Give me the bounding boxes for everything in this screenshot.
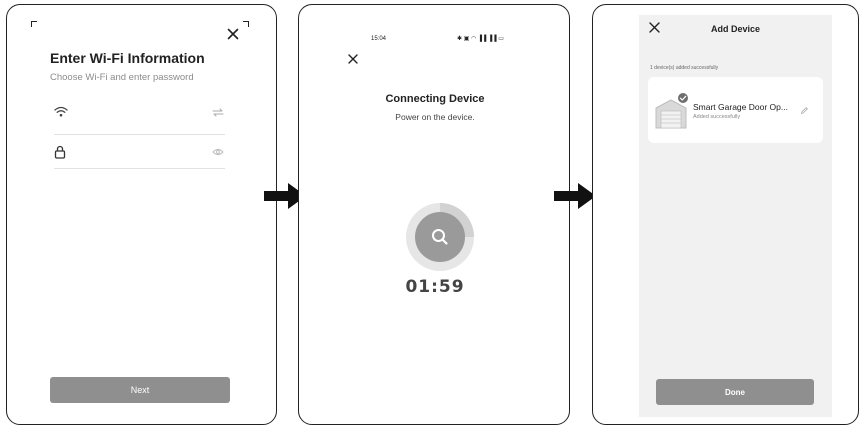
success-note: 1 device(s) added successfully: [650, 65, 719, 71]
right-arrow-icon: [554, 183, 596, 209]
done-button[interactable]: Done: [656, 379, 814, 405]
corner-mark: [243, 21, 249, 27]
lock-icon: [54, 145, 66, 159]
page-title: Add Device: [710, 24, 761, 34]
page-title: Enter Wi-Fi Information: [50, 50, 205, 66]
connecting-device-screen: 15:04 ✱ ▣ ◠ ▐▐ ▐▐ ▭ Connecting Device Po…: [298, 4, 570, 425]
status-icons: ✱ ▣ ◠ ▐▐ ▐▐ ▭: [457, 36, 504, 42]
eye-icon[interactable]: [212, 148, 224, 156]
check-badge-icon: [677, 92, 689, 104]
phone-screen: [639, 15, 832, 417]
password-field-underline: [54, 168, 225, 169]
close-icon[interactable]: [348, 54, 358, 64]
close-icon[interactable]: [227, 28, 239, 40]
corner-mark: [31, 21, 37, 27]
wifi-info-screen: Enter Wi-Fi Information Choose Wi-Fi and…: [6, 4, 277, 425]
wifi-icon: [54, 106, 68, 117]
add-device-screen: Add Device 1 device(s) added successfull…: [592, 4, 859, 425]
status-time: 15:04: [371, 36, 387, 42]
wifi-field-underline: [54, 134, 225, 135]
edit-icon[interactable]: [800, 106, 809, 115]
connecting-title: Connecting Device: [385, 93, 485, 105]
search-progress-indicator: [406, 203, 474, 271]
swap-icon[interactable]: [212, 108, 224, 117]
device-name: Smart Garage Door Op...: [693, 102, 788, 112]
countdown-timer: 01:59: [405, 277, 465, 297]
page-subtitle: Choose Wi-Fi and enter password: [50, 72, 194, 83]
device-status: Added successfully: [693, 114, 741, 120]
connecting-subtitle: Power on the device.: [395, 112, 475, 122]
next-button[interactable]: Next: [50, 377, 230, 403]
